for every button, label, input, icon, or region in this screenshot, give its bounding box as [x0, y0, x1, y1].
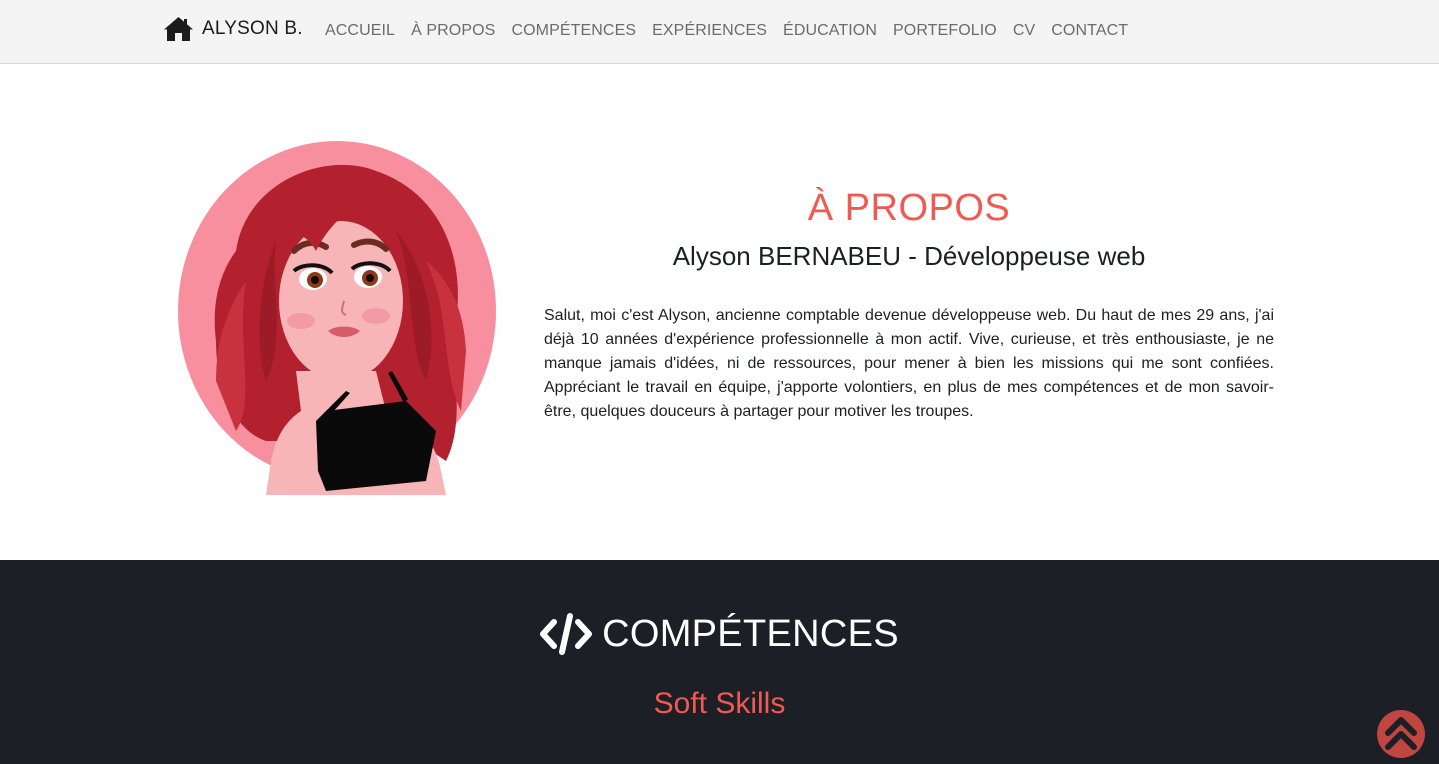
- skills-section: COMPÉTENCES Soft Skills: [0, 560, 1439, 764]
- about-title: À PROPOS: [807, 187, 1011, 229]
- about-description: Salut, moi c'est Alyson, ancienne compta…: [544, 307, 1274, 420]
- soft-skills-heading: Soft Skills: [653, 687, 786, 720]
- skills-heading: COMPÉTENCES: [0, 612, 1439, 656]
- nav-link-a-propos[interactable]: À PROPOS: [411, 20, 495, 42]
- nav-link-accueil[interactable]: ACCUEIL: [325, 20, 395, 42]
- brand-text: ALYSON B.: [202, 18, 303, 39]
- nav-link-competences[interactable]: COMPÉTENCES: [511, 20, 636, 42]
- brand-link[interactable]: ALYSON B.: [163, 14, 303, 44]
- nav-link-experiences[interactable]: EXPÉRIENCES: [652, 20, 767, 42]
- double-chevron-up-icon: [1376, 709, 1426, 759]
- home-icon: [163, 16, 194, 42]
- nav-link-education[interactable]: ÉDUCATION: [783, 20, 877, 42]
- avatar-illustration: [176, 141, 498, 495]
- back-to-top-button[interactable]: [1376, 709, 1426, 759]
- nav-link-portefolio[interactable]: PORTEFOLIO: [893, 20, 997, 42]
- nav-links: ACCUEIL À PROPOS COMPÉTENCES EXPÉRIENCES…: [325, 20, 1144, 42]
- navbar: ALYSON B. ACCUEIL À PROPOS COMPÉTENCES E…: [0, 0, 1439, 64]
- nav-link-contact[interactable]: CONTACT: [1051, 20, 1128, 42]
- about-subtitle: Alyson BERNABEU - Développeuse web: [672, 241, 1146, 271]
- code-icon: [540, 613, 593, 655]
- about-section: À PROPOS Alyson BERNABEU - Développeuse …: [0, 64, 1439, 560]
- nav-link-cv[interactable]: CV: [1013, 20, 1035, 42]
- skills-title: COMPÉTENCES: [602, 613, 899, 655]
